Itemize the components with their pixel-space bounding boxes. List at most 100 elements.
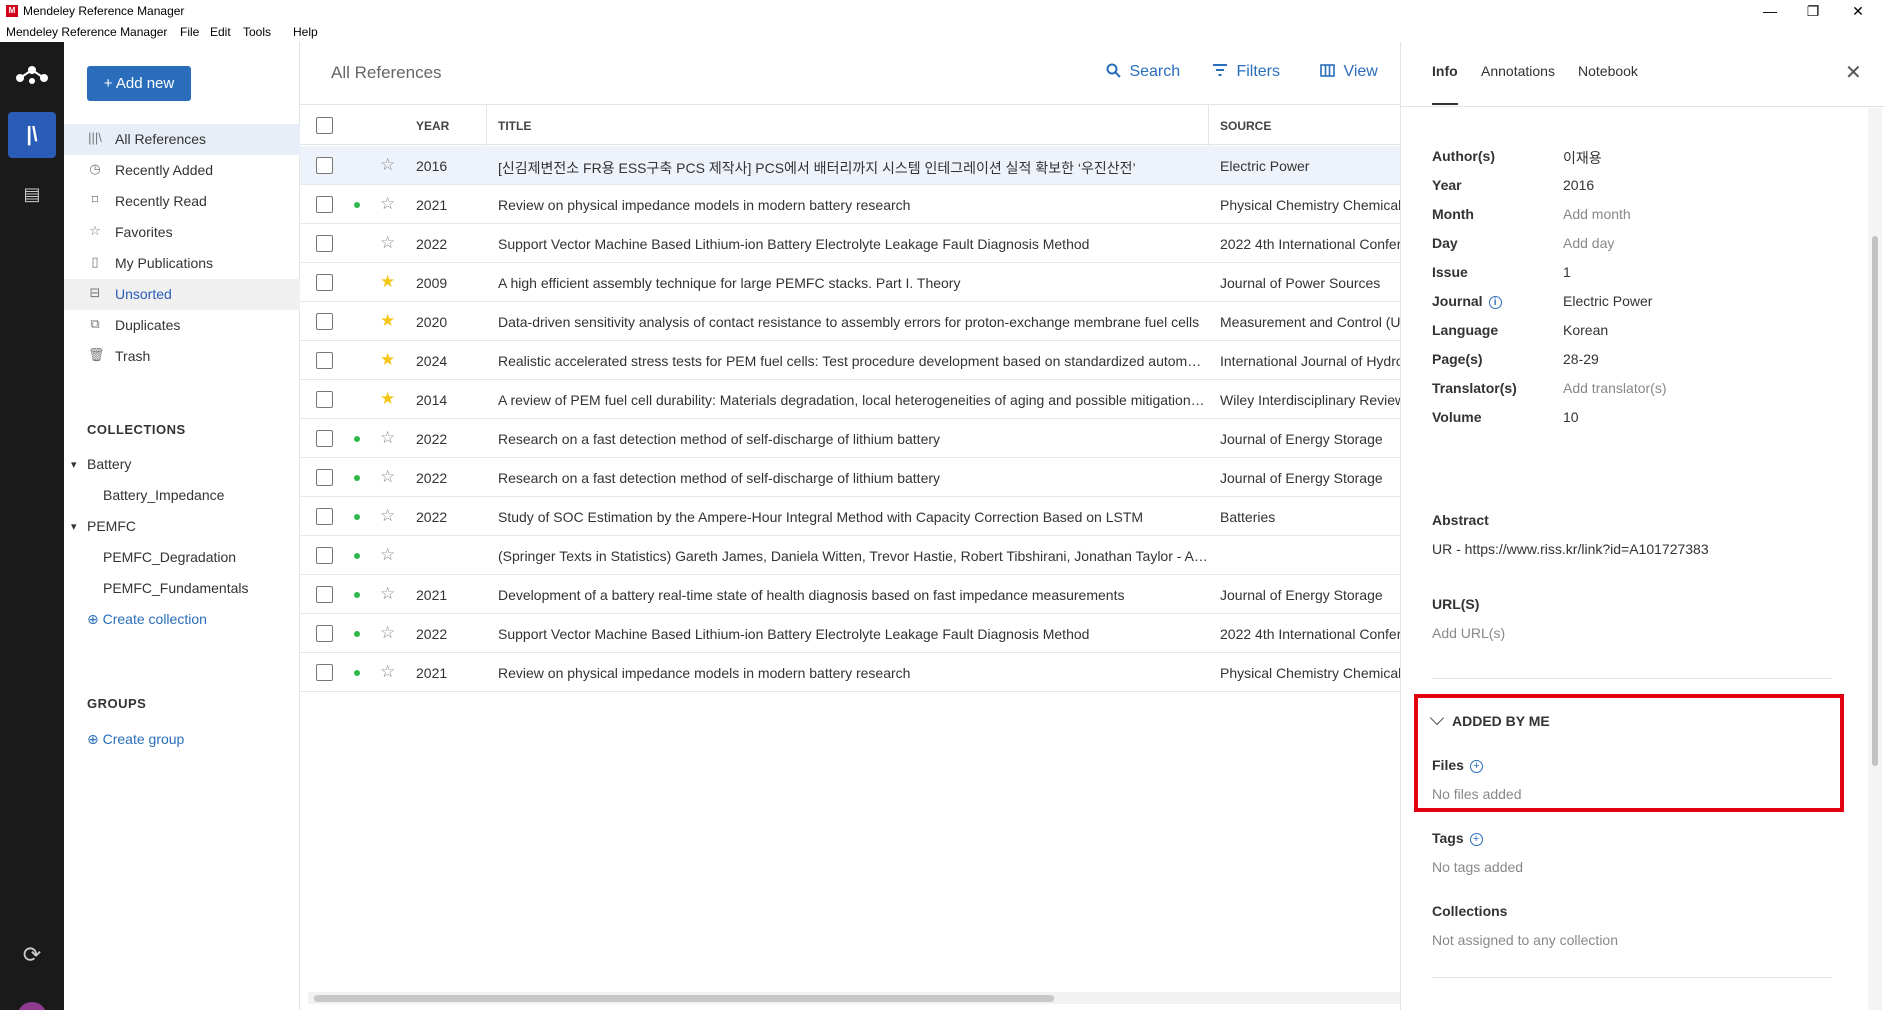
table-row[interactable]: ☆ 2022 Research on a fast detection method… — [300, 419, 1400, 458]
favorite-star-icon[interactable]: ☆ — [380, 662, 395, 682]
menu-app[interactable]: Mendeley Reference Manager — [6, 25, 167, 39]
menu-file[interactable]: File — [180, 25, 199, 39]
favorite-star-icon[interactable]: ☆ — [380, 545, 395, 565]
sidebar-item-unsorted[interactable]: ⊟ Unsorted — [64, 279, 300, 310]
favorite-star-icon[interactable]: ☆ — [380, 155, 395, 175]
row-checkbox[interactable] — [316, 547, 333, 564]
table-row[interactable]: ☆ 2022 Research on a fast detection method… — [300, 458, 1400, 497]
tab-annotations[interactable]: Annotations — [1481, 63, 1555, 79]
table-row[interactable]: ★ 2024 Realistic accelerated stress tests … — [300, 341, 1400, 380]
row-checkbox[interactable] — [316, 274, 333, 291]
menu-help[interactable]: Help — [293, 25, 318, 39]
caret-down-icon[interactable]: ▾ — [71, 458, 77, 471]
field-value[interactable]: Add month — [1563, 206, 1631, 222]
field-value[interactable]: Add translator(s) — [1563, 380, 1666, 396]
horizontal-scrollbar[interactable] — [308, 992, 1400, 1004]
column-source[interactable]: SOURCE — [1220, 119, 1271, 133]
create-group-link[interactable]: ⊕ Create group — [87, 731, 184, 748]
restore-button[interactable]: ❐ — [1793, 1, 1833, 21]
sidebar-item-duplicates[interactable]: ⧉ Duplicates — [64, 310, 300, 341]
scrollbar-thumb[interactable] — [314, 995, 1054, 1002]
mendeley-logo-icon[interactable] — [14, 62, 50, 86]
table-row[interactable]: ★ 2020 Data-driven sensitivity analysis of… — [300, 302, 1400, 341]
field-value[interactable]: Korean — [1563, 322, 1608, 338]
sidebar-item-trash[interactable]: 🗑 Trash — [64, 341, 300, 372]
row-checkbox[interactable] — [316, 664, 333, 681]
sidebar-item-recently-read[interactable]: ⌑ Recently Read — [64, 186, 300, 217]
create-collection-link[interactable]: ⊕ Create collection — [87, 611, 207, 628]
field-value[interactable]: Add day — [1563, 235, 1614, 251]
favorite-star-icon[interactable]: ☆ — [380, 428, 395, 448]
sidebar-item-my-publications[interactable]: ▯ My Publications — [64, 248, 300, 279]
info-icon[interactable]: i — [1488, 295, 1502, 309]
favorite-star-icon[interactable]: ★ — [380, 389, 395, 409]
window-close-button[interactable]: ✕ — [1838, 1, 1878, 21]
column-title[interactable]: TITLE — [498, 119, 531, 133]
sync-icon[interactable]: ⟳ — [20, 942, 44, 967]
avatar[interactable]: HS — [17, 1002, 47, 1010]
urls-field[interactable]: Add URL(s) — [1432, 625, 1505, 641]
favorite-star-icon[interactable]: ☆ — [380, 506, 395, 526]
row-checkbox[interactable] — [316, 508, 333, 525]
field-value[interactable]: 1 — [1563, 264, 1571, 280]
table-row[interactable]: ☆ 2022 Support Vector Machine Based Lithiu… — [300, 614, 1400, 653]
row-checkbox[interactable] — [316, 157, 333, 174]
menu-edit[interactable]: Edit — [210, 25, 231, 39]
tab-notebook[interactable]: Notebook — [1578, 63, 1638, 79]
row-checkbox[interactable] — [316, 586, 333, 603]
add-tag-icon[interactable]: + — [1469, 832, 1483, 846]
field-value[interactable]: 2016 — [1563, 177, 1594, 193]
sidebar-item-recently-added[interactable]: ◷ Recently Added — [64, 155, 300, 186]
filters-button[interactable]: Filters — [1212, 63, 1280, 81]
abstract-value[interactable]: UR - https://www.riss.kr/link?id=A101727… — [1432, 541, 1709, 557]
field-value[interactable]: Electric Power — [1563, 293, 1652, 309]
table-row[interactable]: ☆ 2021 Review on physical impedance models… — [300, 185, 1400, 224]
add-new-button[interactable]: + Add new — [87, 66, 191, 101]
favorite-star-icon[interactable]: ★ — [380, 350, 395, 370]
favorite-star-icon[interactable]: ★ — [380, 311, 395, 331]
field-value[interactable]: 10 — [1563, 409, 1579, 425]
row-checkbox[interactable] — [316, 313, 333, 330]
close-icon[interactable]: ✕ — [1845, 60, 1862, 85]
row-checkbox[interactable] — [316, 352, 333, 369]
table-row[interactable]: ☆ (Springer Texts in Statistics) Gareth J… — [300, 536, 1400, 575]
column-divider[interactable] — [1208, 105, 1209, 146]
field-value[interactable]: 이재용 — [1563, 148, 1602, 168]
table-row[interactable]: ★ 2014 A review of PEM fuel cell durabilit… — [300, 380, 1400, 419]
added-by-me-header[interactable]: ADDED BY ME — [1429, 710, 1550, 729]
field-value[interactable]: 28-29 — [1563, 351, 1599, 367]
table-row[interactable]: ☆ 2021 Development of a battery real-time … — [300, 575, 1400, 614]
search-button[interactable]: Search — [1106, 63, 1180, 81]
add-file-icon[interactable]: + — [1469, 759, 1483, 773]
table-row[interactable]: ☆ 2022 Support Vector Machine Based Lithiu… — [300, 224, 1400, 263]
column-divider[interactable] — [486, 105, 487, 146]
collection-pemfc[interactable]: PEMFC — [87, 518, 136, 534]
table-row[interactable]: ☆ 2022 Study of SOC Estimation by the Ampe… — [300, 497, 1400, 536]
row-checkbox[interactable] — [316, 469, 333, 486]
vertical-scrollbar[interactable] — [1868, 108, 1882, 1010]
caret-down-icon[interactable]: ▾ — [71, 520, 77, 533]
collection-pemfc-degradation[interactable]: PEMFC_Degradation — [103, 549, 236, 565]
favorite-star-icon[interactable]: ☆ — [380, 233, 395, 253]
favorite-star-icon[interactable]: ☆ — [380, 584, 395, 604]
favorite-star-icon[interactable]: ☆ — [380, 623, 395, 643]
library-icon[interactable]: |\ — [8, 112, 56, 158]
tab-info[interactable]: Info — [1432, 63, 1458, 79]
view-button[interactable]: View — [1320, 63, 1378, 81]
table-row[interactable]: ☆ 2021 Review on physical impedance models… — [300, 653, 1400, 692]
collection-battery-impedance[interactable]: Battery_Impedance — [103, 487, 224, 503]
column-year[interactable]: YEAR — [416, 119, 449, 133]
row-checkbox[interactable] — [316, 196, 333, 213]
minimize-button[interactable]: — — [1750, 1, 1790, 21]
sidebar-item-all-references[interactable]: |||\ All References — [64, 124, 300, 155]
scrollbar-thumb[interactable] — [1872, 236, 1878, 766]
notebook-icon[interactable]: ▤ — [20, 184, 44, 208]
row-checkbox[interactable] — [316, 430, 333, 447]
favorite-star-icon[interactable]: ★ — [380, 272, 395, 292]
row-checkbox[interactable] — [316, 235, 333, 252]
collection-battery[interactable]: Battery — [87, 456, 131, 472]
row-checkbox[interactable] — [316, 625, 333, 642]
favorite-star-icon[interactable]: ☆ — [380, 194, 395, 214]
select-all-checkbox[interactable] — [316, 117, 333, 134]
collection-pemfc-fundamentals[interactable]: PEMFC_Fundamentals — [103, 580, 249, 596]
